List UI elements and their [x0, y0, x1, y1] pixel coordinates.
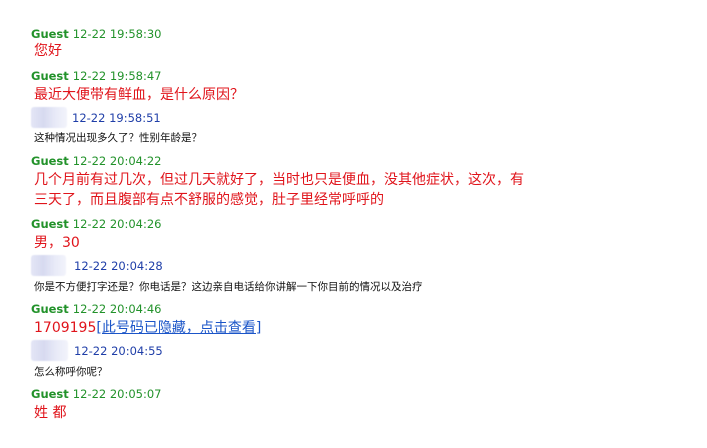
message-header: 12-22 19:58:51 [68, 110, 161, 126]
message-time: 12-22 19:58:47 [72, 69, 162, 83]
message-text: 男，30 [34, 235, 80, 251]
message-text: 怎么称呼你呢？ [34, 366, 108, 378]
avatar [31, 107, 67, 128]
sender-name: Guest [31, 69, 69, 83]
avatar [31, 340, 68, 361]
message-header: Guest 12-22 20:04:46 [31, 301, 162, 317]
chat-log: Guest 12-22 19:58:30 您好 Guest 12-22 19:58:… [0, 0, 707, 448]
message-time: 12-22 20:04:22 [72, 154, 162, 168]
sender-name: Guest [31, 387, 69, 401]
message-header: Guest 12-22 19:58:30 [31, 26, 162, 42]
message-header: 12-22 20:04:55 [70, 343, 163, 359]
message-header: Guest 12-22 20:04:26 [31, 216, 162, 232]
message-text-line: 几个月前有过几次，但过几天就好了，当时也只是便血，没其他症状，这次，有 [34, 172, 524, 188]
message-text-line: 三天了，而且腹部有点不舒服的感觉，肚子里经常呼呼的 [34, 192, 384, 208]
message-time: 12-22 20:04:46 [72, 302, 162, 316]
message-time: 12-22 19:58:30 [72, 27, 162, 41]
message-text: 这种情况出现多久了？性别年龄是？ [34, 132, 202, 144]
avatar [31, 255, 66, 276]
sender-name: Guest [31, 302, 69, 316]
reveal-phone-link[interactable]: [此号码已隐藏，点击查看] [96, 320, 261, 336]
message-time: 12-22 20:04:55 [74, 344, 163, 358]
message-header: Guest 12-22 20:04:22 [31, 153, 162, 169]
message-header: Guest 12-22 20:05:07 [31, 386, 162, 402]
message-text: 您好 [34, 43, 62, 59]
message-header: 12-22 20:04:28 [70, 258, 163, 274]
sender-name: Guest [31, 154, 69, 168]
message-header: Guest 12-22 19:58:47 [31, 68, 162, 84]
message-time: 12-22 20:05:07 [72, 387, 162, 401]
phone-number: 1709195 [34, 320, 97, 336]
message-text: 1709195[此号码已隐藏，点击查看] [34, 318, 261, 339]
message-time: 12-22 19:58:51 [72, 111, 161, 125]
message-text: 姓 都 [34, 405, 67, 421]
message-text: 最近大便带有鲜血，是什么原因？ [34, 87, 244, 103]
sender-name: Guest [31, 27, 69, 41]
sender-name: Guest [31, 217, 69, 231]
message-time: 12-22 20:04:28 [74, 259, 163, 273]
message-time: 12-22 20:04:26 [72, 217, 162, 231]
message-text: 你是不方便打字还是？你电话是？这边亲自电话给你讲解一下你目前的情况以及治疗 [34, 281, 423, 293]
